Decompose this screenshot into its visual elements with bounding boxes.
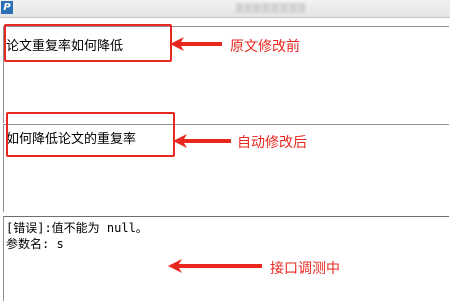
console-line-error: [错误]:值不能为 null。 [6,221,148,235]
annotation-after: 自动修改后 [237,135,307,151]
annotation-debug: 接口调测中 [270,261,340,277]
arrow-left-icon [173,134,231,148]
blurred-window-title [236,3,306,13]
console-line-param: 参数名: s [6,237,64,251]
app-logo-icon: P [1,1,13,14]
annotation-before: 原文修改前 [230,39,300,55]
arrow-left-icon [170,37,222,51]
window-titlebar: P [0,0,450,18]
arrow-left-icon [168,259,262,273]
highlight-box-modified [6,112,175,157]
console-output: [错误]:值不能为 null。 参数名: s [6,220,148,252]
highlight-box-original [4,24,172,62]
